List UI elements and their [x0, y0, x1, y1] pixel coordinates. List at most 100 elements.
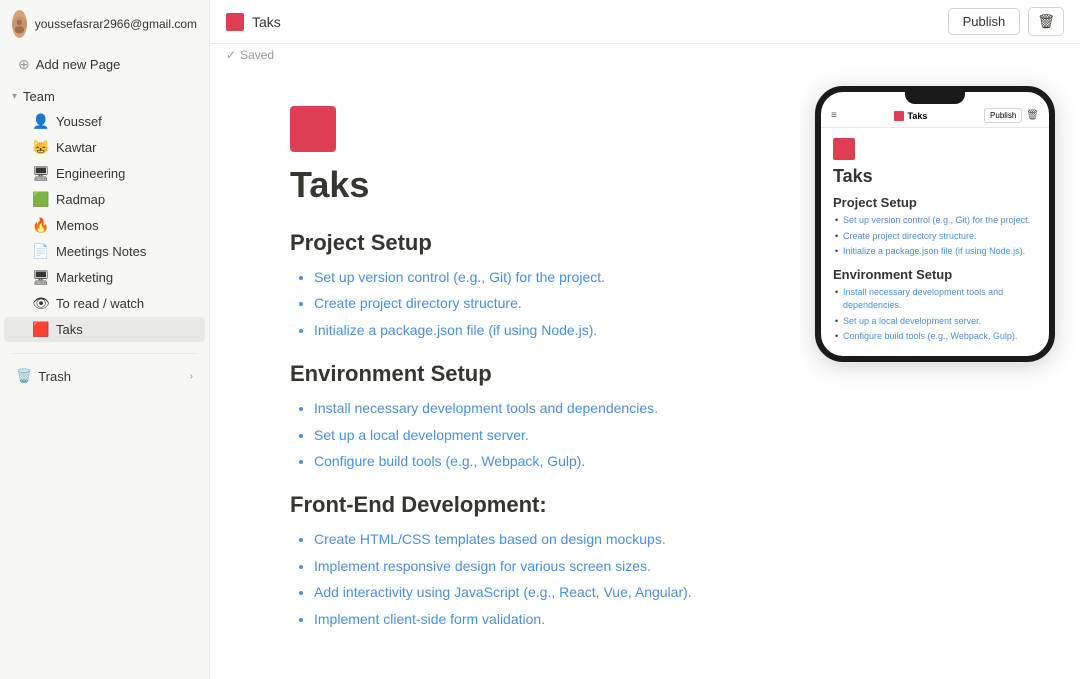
sidebar: youssefasrar2966@gmail.com ⊕ Add new Pag… — [0, 0, 210, 679]
trash-icon: 🗑️ — [16, 368, 32, 384]
main-panel: Taks Publish 🗑 ✓ Saved Taks Project Setu… — [210, 0, 1080, 679]
phone-title: Taks — [908, 111, 928, 121]
editor-title[interactable]: Taks — [290, 164, 720, 206]
phone-bullet: Configure build tools (e.g., Webpack, Gu… — [833, 330, 1037, 344]
bullet-link[interactable]: Add interactivity using JavaScript (e.g.… — [314, 584, 692, 600]
phone-trash-icon: 🗑 — [1026, 110, 1039, 121]
bullet-link[interactable]: Set up version control (e.g., Git) for t… — [314, 269, 605, 285]
trash-button[interactable]: 🗑 — [1028, 7, 1064, 36]
topbar-title-area: Taks — [226, 13, 281, 31]
sidebar-trash[interactable]: 🗑️ Trash › — [4, 362, 205, 390]
sidebar-item-marketing[interactable]: 🖥 Marketing — [4, 265, 205, 290]
bullet-item: Create project directory structure. — [314, 292, 720, 314]
sidebar-item-label: To read / watch — [56, 296, 144, 311]
bullet-link[interactable]: Implement responsive design for various … — [314, 558, 651, 574]
trash-label: Trash — [38, 369, 71, 384]
sidebar-item-taks[interactable]: 🟥 Taks — [4, 317, 205, 342]
bullet-link[interactable]: Set up a local development server. — [314, 427, 529, 443]
phone-section-2: Environment Setup — [833, 267, 1037, 282]
phone-menu-icon: ≡ — [831, 110, 837, 121]
chevron-down-icon: ▾ — [12, 91, 17, 102]
add-new-page-button[interactable]: ⊕ Add new Page — [6, 50, 203, 79]
sidebar-divider — [12, 353, 197, 354]
sidebar-item-meetings-notes[interactable]: 📄 Meetings Notes — [4, 239, 205, 264]
bullet-item: Configure build tools (e.g., Webpack, Gu… — [314, 450, 720, 472]
read-watch-icon: 👁 — [32, 295, 50, 312]
page-title: Taks — [252, 14, 281, 30]
sidebar-item-label: Engineering — [56, 166, 125, 181]
user-email: youssefasrar2966@gmail.com — [35, 17, 197, 31]
phone-frame: ≡ Taks Publish 🗑 Taks Project Setup S — [815, 86, 1055, 362]
saved-bar: ✓ Saved — [210, 44, 1080, 66]
saved-label: Saved — [240, 48, 274, 62]
team-label: Team — [23, 89, 55, 104]
phone-bullet: Create project directory structure. — [833, 230, 1037, 244]
sidebar-item-memos[interactable]: 🔥 Memos — [4, 213, 205, 238]
topbar: Taks Publish 🗑 — [210, 0, 1080, 44]
avatar — [12, 10, 27, 38]
bullet-link[interactable]: Initialize a package.json file (if using… — [314, 322, 597, 338]
memos-icon: 🔥 — [32, 217, 50, 234]
sidebar-item-engineering[interactable]: 🖥 Engineering — [4, 161, 205, 186]
bullet-list-3: Create HTML/CSS templates based on desig… — [290, 528, 720, 630]
bullet-item: Initialize a package.json file (if using… — [314, 319, 720, 341]
section-heading-2: Environment Setup — [290, 361, 720, 387]
taks-icon: 🟥 — [32, 321, 50, 338]
phone-topbar-title: Taks — [894, 111, 928, 121]
page-icon-small — [226, 13, 244, 31]
bullet-item: Add interactivity using JavaScript (e.g.… — [314, 581, 720, 603]
section-heading-1: Project Setup — [290, 230, 720, 256]
bullet-item: Set up version control (e.g., Git) for t… — [314, 266, 720, 288]
sidebar-item-label: Marketing — [56, 270, 113, 285]
check-icon: ✓ — [226, 48, 236, 62]
chevron-right-icon: › — [190, 371, 193, 382]
sidebar-item-label: Meetings Notes — [56, 244, 146, 259]
team-header[interactable]: ▾ Team — [0, 85, 209, 108]
engineering-icon: 🖥 — [32, 165, 50, 182]
bullet-item: Set up a local development server. — [314, 424, 720, 446]
publish-button[interactable]: Publish — [948, 8, 1021, 35]
kawtar-icon: 😸 — [32, 139, 50, 156]
content-wrapper: Taks Project Setup Set up version contro… — [210, 66, 1080, 679]
youssef-icon: 👤 — [32, 113, 50, 130]
sidebar-item-label: Taks — [56, 322, 83, 337]
phone-section-1: Project Setup — [833, 195, 1037, 210]
phone-bullet: Set up a local development server. — [833, 315, 1037, 329]
sidebar-item-label: Kawtar — [56, 140, 96, 155]
phone-bullet: Set up version control (e.g., Git) for t… — [833, 214, 1037, 228]
phone-bullet: Install necessary development tools and … — [833, 286, 1037, 313]
page-icon-large — [290, 106, 336, 152]
editor[interactable]: Taks Project Setup Set up version contro… — [210, 66, 800, 679]
plus-icon: ⊕ — [18, 56, 30, 73]
bullet-item: Implement responsive design for various … — [314, 555, 720, 577]
sidebar-item-label: Memos — [56, 218, 99, 233]
sidebar-item-to-read-watch[interactable]: 👁 To read / watch — [4, 291, 205, 316]
bullet-item: Create HTML/CSS templates based on desig… — [314, 528, 720, 550]
sidebar-item-radmap[interactable]: 🟩 Radmap — [4, 187, 205, 212]
topbar-actions: Publish 🗑 — [948, 7, 1064, 36]
sidebar-item-kawtar[interactable]: 😸 Kawtar — [4, 135, 205, 160]
sidebar-item-label: Radmap — [56, 192, 105, 207]
section-heading-3: Front-End Development: — [290, 492, 720, 518]
sidebar-item-youssef[interactable]: 👤 Youssef — [4, 109, 205, 134]
sidebar-item-label: Youssef — [56, 114, 102, 129]
radmap-icon: 🟩 — [32, 191, 50, 208]
bullet-link[interactable]: Create project directory structure. — [314, 295, 522, 311]
phone-bullet: Initialize a package.json file (if using… — [833, 245, 1037, 259]
bullet-link[interactable]: Install necessary development tools and … — [314, 400, 658, 416]
bullet-list-2: Install necessary development tools and … — [290, 397, 720, 472]
phone-content: Taks Project Setup Set up version contro… — [821, 128, 1049, 356]
phone-page-icon — [894, 111, 904, 121]
bullet-link[interactable]: Implement client-side form validation. — [314, 611, 545, 627]
phone-publish-btn: Publish — [984, 108, 1022, 123]
phone-topbar: ≡ Taks Publish 🗑 — [821, 104, 1049, 128]
bullet-item: Install necessary development tools and … — [314, 397, 720, 419]
phone-notch — [905, 92, 965, 104]
bullet-link[interactable]: Configure build tools (e.g., Webpack, Gu… — [314, 453, 585, 469]
sidebar-user[interactable]: youssefasrar2966@gmail.com — [0, 0, 209, 48]
phone-page-title: Taks — [833, 166, 1037, 187]
bullet-item: Implement client-side form validation. — [314, 608, 720, 630]
trash-left: 🗑️ Trash — [16, 368, 71, 384]
marketing-icon: 🖥 — [32, 269, 50, 286]
bullet-link[interactable]: Create HTML/CSS templates based on desig… — [314, 531, 666, 547]
